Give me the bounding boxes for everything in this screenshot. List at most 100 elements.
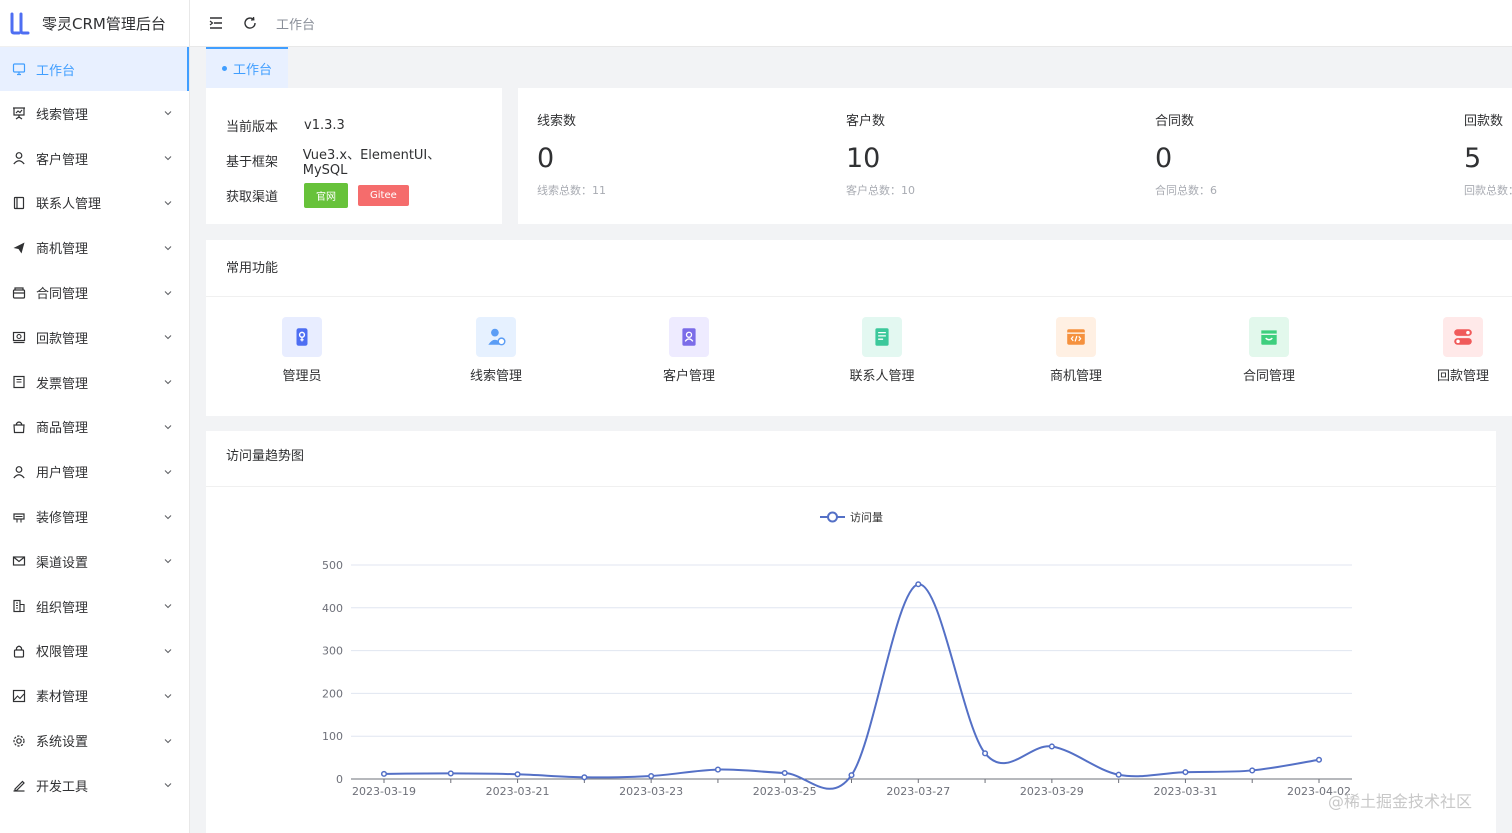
sidebar-item[interactable]: 系统设置 bbox=[0, 718, 189, 763]
quick-item[interactable]: 回款管理 bbox=[1408, 317, 1512, 384]
sidebar-item[interactable]: 装修管理 bbox=[0, 494, 189, 539]
sidebar-item[interactable]: 用户管理 bbox=[0, 449, 189, 494]
active-dot-icon bbox=[221, 66, 227, 71]
sidebar-item[interactable]: 合同管理 bbox=[0, 270, 189, 315]
quick-item[interactable]: 管理员 bbox=[247, 317, 357, 384]
sidebar-item-label: 用户管理 bbox=[36, 466, 89, 482]
chevron-down-icon bbox=[163, 108, 173, 118]
quick-title: 常用功能 bbox=[206, 240, 1512, 297]
sidebar-item-label: 发票管理 bbox=[36, 376, 89, 392]
quick-item-label: 客户管理 bbox=[662, 369, 715, 384]
message-icon bbox=[12, 554, 26, 568]
sidebar-item[interactable]: 渠道设置 bbox=[0, 539, 189, 584]
quick-functions-card: 常用功能 管理员 线索管理 客户管理 联系人管理 商机管理 合同管理 回款管理 bbox=[206, 240, 1512, 416]
sidebar-item[interactable]: 线索管理 bbox=[0, 91, 189, 136]
sidebar-item[interactable]: 组织管理 bbox=[0, 584, 189, 629]
picture-icon bbox=[12, 689, 26, 703]
stat-total: 线索总数：11 bbox=[537, 184, 606, 197]
sidebar-item[interactable]: 商机管理 bbox=[0, 225, 189, 270]
stats-card: 线索数 0 线索总数：11 客户数 10 客户总数：10 合同数 0 合同总数：… bbox=[518, 88, 1512, 224]
send-icon bbox=[12, 241, 26, 255]
watermark: @稀土掘金技术社区 bbox=[1328, 792, 1473, 811]
visit-trend-card: 访问量趋势图 bbox=[206, 431, 1496, 833]
framework-value: Vue3.x、ElementUI、MySQL bbox=[302, 147, 441, 178]
sidebar-menu: 工作台线索管理客户管理联系人管理商机管理 合同管理回款管理发票管理商品管理用户管理… bbox=[0, 47, 189, 808]
office-building-icon bbox=[12, 599, 26, 613]
sidebar-item[interactable]: 权限管理 bbox=[0, 629, 189, 674]
app-title: 零灵CRM管理后台 bbox=[42, 14, 166, 33]
collapse-menu-icon[interactable] bbox=[208, 15, 224, 31]
setting-icon bbox=[12, 734, 26, 748]
chevron-down-icon bbox=[163, 288, 173, 298]
quick-item[interactable]: 合同管理 bbox=[1214, 317, 1324, 384]
sidebar-item[interactable]: 素材管理 bbox=[0, 673, 189, 718]
framework-key: 基于框架 bbox=[226, 155, 279, 170]
chevron-down-icon bbox=[163, 691, 173, 701]
sidebar-item[interactable]: 联系人管理 bbox=[0, 181, 189, 226]
logo-area[interactable]: 零灵CRM管理后台 bbox=[0, 0, 189, 47]
quick-item-label: 回款管理 bbox=[1436, 369, 1489, 384]
stat-value: 10 bbox=[846, 143, 881, 174]
quick-item-label: 管理员 bbox=[282, 369, 322, 384]
chevron-down-icon bbox=[163, 646, 173, 656]
quick-item[interactable]: 线索管理 bbox=[441, 317, 551, 384]
chart-title: 访问量趋势图 bbox=[206, 431, 1496, 487]
sidebar-item[interactable]: 商品管理 bbox=[0, 405, 189, 450]
official-site-button[interactable]: 官网 bbox=[304, 183, 348, 208]
chevron-down-icon bbox=[163, 332, 173, 342]
chevron-down-icon bbox=[163, 780, 173, 790]
chevron-down-icon bbox=[163, 601, 173, 611]
sidebar-item[interactable]: 开发工具 bbox=[0, 763, 189, 808]
sidebar-item[interactable]: 工作台 bbox=[0, 47, 189, 91]
logo-icon bbox=[8, 10, 34, 36]
sidebar-item-label: 渠道设置 bbox=[36, 555, 89, 571]
payment-switch-icon bbox=[1443, 317, 1483, 357]
tab-label: 工作台 bbox=[232, 63, 272, 78]
stat-value: 5 bbox=[1464, 143, 1482, 174]
notebook-icon bbox=[12, 196, 26, 210]
sidebar-item-label: 开发工具 bbox=[36, 779, 89, 795]
quick-item[interactable]: 客户管理 bbox=[634, 317, 744, 384]
tags-bar: 工作台 bbox=[190, 47, 1512, 88]
tab-workbench[interactable]: 工作台 bbox=[206, 47, 288, 88]
monitor-icon bbox=[12, 62, 26, 76]
sidebar-item-label: 客户管理 bbox=[36, 152, 89, 168]
refresh-icon[interactable] bbox=[242, 15, 258, 31]
stat-total: 合同总数：6 bbox=[1155, 184, 1217, 197]
gitee-button[interactable]: Gitee bbox=[358, 185, 409, 206]
admin-icon bbox=[282, 317, 322, 357]
sidebar-item[interactable]: 发票管理 bbox=[0, 360, 189, 405]
sidebar-item-label: 素材管理 bbox=[36, 690, 89, 706]
sidebar-item-label: 商品管理 bbox=[36, 421, 89, 437]
chevron-down-icon bbox=[163, 198, 173, 208]
sidebar-item-label: 工作台 bbox=[36, 63, 76, 79]
stat-total: 客户总数：10 bbox=[846, 184, 915, 197]
user-icon bbox=[12, 465, 26, 479]
sidebar-item-label: 回款管理 bbox=[36, 331, 89, 347]
version-info-card: 当前版本 v1.3.3 基于框架 Vue3.x、ElementUI、MySQL … bbox=[206, 88, 502, 224]
sidebar-item-label: 联系人管理 bbox=[36, 197, 102, 213]
stat-total: 回款总数： bbox=[1464, 184, 1512, 197]
chevron-down-icon bbox=[163, 556, 173, 566]
quick-item[interactable]: 商机管理 bbox=[1021, 317, 1131, 384]
stat-label: 回款数 bbox=[1464, 114, 1504, 129]
quick-item[interactable]: 联系人管理 bbox=[827, 317, 937, 384]
breadcrumb: 工作台 bbox=[276, 17, 316, 33]
chevron-down-icon bbox=[163, 377, 173, 387]
contract-box-icon bbox=[1249, 317, 1289, 357]
chevron-down-icon bbox=[163, 467, 173, 477]
quick-item-label: 线索管理 bbox=[469, 369, 522, 384]
stat-value: 0 bbox=[537, 143, 555, 174]
channel-key: 获取渠道 bbox=[226, 190, 279, 205]
version-row: 当前版本 v1.3.3 bbox=[226, 108, 482, 143]
stat-value: 0 bbox=[1155, 143, 1173, 174]
user-icon bbox=[12, 151, 26, 165]
channel-row: 获取渠道 官网 Gitee bbox=[226, 178, 482, 213]
sidebar-item[interactable]: 客户管理 bbox=[0, 136, 189, 181]
edit-pen-icon bbox=[12, 778, 26, 792]
stat-label: 客户数 bbox=[846, 114, 886, 129]
sidebar-item[interactable]: 回款管理 bbox=[0, 315, 189, 360]
top-header: 工作台 bbox=[190, 0, 1512, 47]
money-icon bbox=[12, 330, 26, 344]
sidebar-item-label: 系统设置 bbox=[36, 735, 89, 751]
